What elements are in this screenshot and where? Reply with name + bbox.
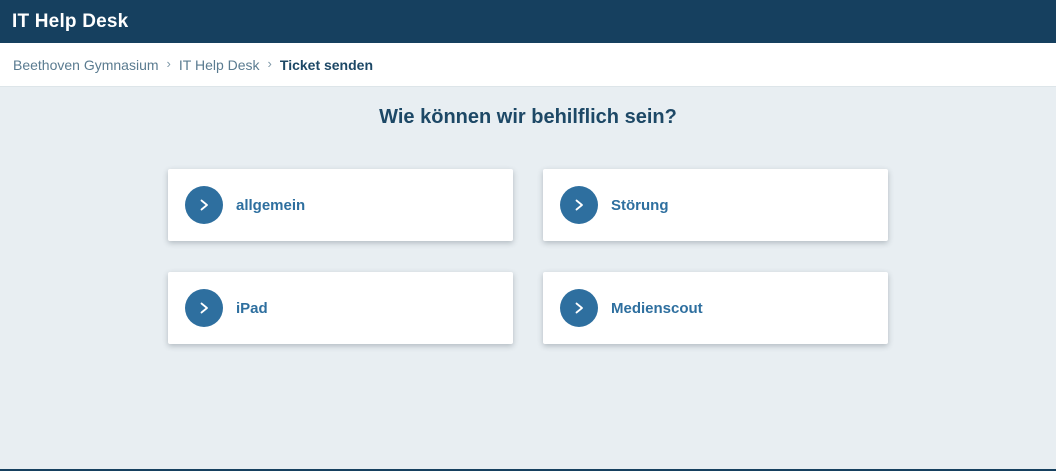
category-card-allgemein[interactable]: allgemein — [168, 169, 513, 241]
chevron-right-icon — [560, 186, 598, 224]
page: IT Help Desk Beethoven Gymnasium › IT He… — [0, 0, 1056, 471]
category-card-stoerung[interactable]: Störung — [543, 169, 888, 241]
breadcrumb-separator-icon: › — [166, 56, 171, 71]
chevron-right-icon — [185, 289, 223, 327]
category-label: allgemein — [236, 196, 306, 214]
breadcrumb-link-it-help-desk[interactable]: IT Help Desk — [179, 57, 260, 73]
breadcrumb-link-beethoven-gymnasium[interactable]: Beethoven Gymnasium — [13, 57, 159, 73]
category-label: Medienscout — [611, 299, 703, 317]
category-card-ipad[interactable]: iPad — [168, 272, 513, 344]
breadcrumb-current: Ticket senden — [279, 56, 374, 73]
category-card-medienscout[interactable]: Medienscout — [543, 272, 888, 344]
chevron-right-icon — [185, 186, 223, 224]
app-title: IT Help Desk — [12, 10, 129, 32]
app-header: IT Help Desk — [0, 0, 1056, 43]
breadcrumb-separator-icon: › — [267, 56, 272, 71]
breadcrumb: Beethoven Gymnasium › IT Help Desk › Tic… — [0, 43, 1056, 87]
page-title: Wie können wir behilflich sein? — [379, 106, 677, 128]
category-label: Störung — [611, 196, 669, 214]
chevron-right-icon — [560, 289, 598, 327]
main-content: Wie können wir behilflich sein? allgemei… — [0, 87, 1056, 469]
category-label: iPad — [236, 299, 268, 317]
category-grid: allgemein Störung iPad Medienscout — [168, 169, 888, 344]
